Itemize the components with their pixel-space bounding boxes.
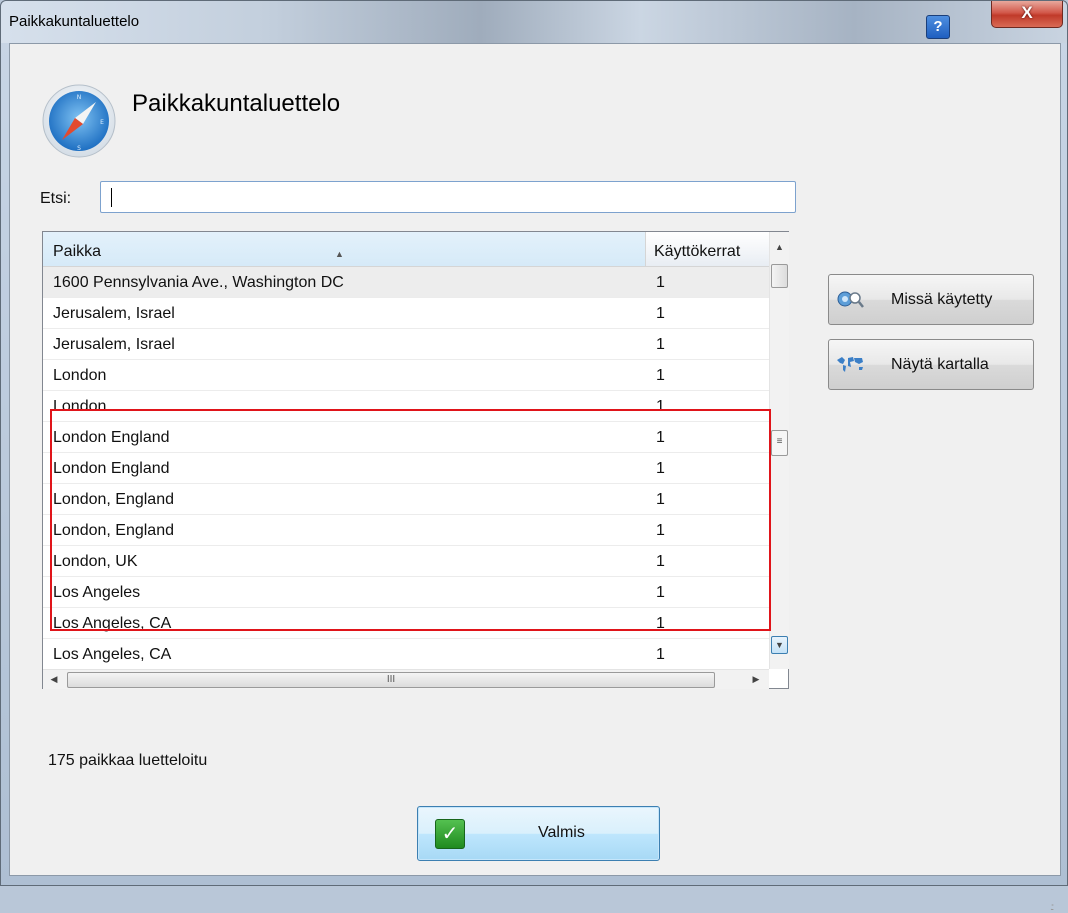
search-label: Etsi:	[40, 190, 72, 207]
magnifier-icon	[837, 291, 864, 308]
cell-count: 1	[656, 522, 665, 539]
world-map-icon	[837, 357, 863, 372]
list-row[interactable]: London, UK 1	[43, 546, 769, 577]
cell-place: Jerusalem, Israel	[53, 305, 175, 322]
cell-count: 1	[656, 367, 665, 384]
cell-place: London	[53, 367, 107, 384]
vertical-scrollbar[interactable]: ▲ ≡ ▼	[769, 232, 789, 669]
scroll-grip-icon[interactable]: ≡	[771, 430, 788, 456]
show-on-map-button[interactable]: Näytä kartalla	[828, 339, 1034, 390]
scroll-thumb[interactable]	[771, 264, 788, 288]
column-label-place: Paikka	[53, 243, 102, 260]
show-on-map-label: Näytä kartalla	[891, 356, 989, 373]
column-header-count[interactable]: Käyttökerrat	[646, 232, 769, 266]
done-button[interactable]: ✓ Valmis	[417, 806, 660, 861]
cell-place: Los Angeles, CA	[53, 615, 172, 632]
cell-place: 1600 Pennsylvania Ave., Washington DC	[53, 274, 344, 291]
cell-count: 1	[656, 646, 665, 663]
list-row[interactable]: London England 1	[43, 422, 769, 453]
cell-count: 1	[656, 429, 665, 446]
scroll-up-arrow-icon[interactable]: ▲	[771, 238, 788, 256]
title-bar[interactable]: Paikkakuntaluettelo ? X	[1, 1, 1067, 43]
cell-count: 1	[656, 398, 665, 415]
places-list[interactable]: ▲ Paikka Käyttökerrat 1600 Pennsylvania …	[42, 231, 789, 689]
cell-count: 1	[656, 615, 665, 632]
svg-text:N: N	[77, 94, 82, 101]
scroll-right-arrow-icon[interactable]: ▶	[747, 670, 765, 689]
text-caret	[111, 188, 112, 207]
search-input[interactable]	[100, 181, 796, 213]
list-row[interactable]: London, England 1	[43, 484, 769, 515]
list-row[interactable]: Jerusalem, Israel 1	[43, 298, 769, 329]
cell-count: 1	[656, 305, 665, 322]
list-row[interactable]: Los Angeles 1	[43, 577, 769, 608]
page-title: Paikkakuntaluettelo	[132, 90, 341, 117]
column-label-count: Käyttökerrat	[654, 243, 741, 260]
list-row[interactable]: London 1	[43, 391, 769, 422]
cell-place: London England	[53, 460, 170, 477]
horizontal-scroll-thumb[interactable]: III	[67, 672, 715, 688]
column-header-place[interactable]: ▲ Paikka	[43, 232, 646, 266]
close-button[interactable]: X	[991, 1, 1063, 28]
help-button[interactable]: ?	[926, 15, 950, 39]
svg-text:E: E	[100, 119, 104, 126]
list-row[interactable]: London England 1	[43, 453, 769, 484]
cell-count: 1	[656, 460, 665, 477]
cell-count: 1	[656, 553, 665, 570]
cell-place: London, England	[53, 522, 174, 539]
where-used-button[interactable]: Missä käytetty	[828, 274, 1034, 325]
cell-place: London, UK	[53, 553, 138, 570]
cell-count: 1	[656, 491, 665, 508]
cell-place: Los Angeles, CA	[53, 646, 172, 663]
checkmark-icon: ✓	[435, 819, 465, 849]
cell-place: London	[53, 398, 107, 415]
list-row[interactable]: 1600 Pennsylvania Ave., Washington DC 1	[43, 267, 769, 298]
list-rows: 1600 Pennsylvania Ave., Washington DC 1 …	[43, 267, 769, 667]
list-row[interactable]: Los Angeles, CA 1	[43, 608, 769, 639]
compass-icon: N E S	[42, 84, 116, 158]
cell-place: Los Angeles	[53, 584, 141, 601]
scroll-down-arrow-icon[interactable]: ▼	[771, 636, 788, 654]
cell-count: 1	[656, 584, 665, 601]
cell-count: 1	[656, 336, 665, 353]
horizontal-scrollbar[interactable]: ◀ III ▶	[43, 669, 769, 689]
dialog-window: Paikkakuntaluettelo ? X N E S Paikkakunt…	[0, 0, 1068, 913]
resize-grip-icon[interactable]: .::	[1050, 902, 1055, 913]
svg-text:S: S	[77, 145, 81, 152]
cell-place: Jerusalem, Israel	[53, 336, 175, 353]
window-title: Paikkakuntaluettelo	[9, 13, 140, 30]
cell-count: 1	[656, 274, 665, 291]
list-row[interactable]: Los Angeles, CA 1	[43, 639, 769, 667]
list-header: ▲ Paikka Käyttökerrat	[43, 232, 769, 267]
cell-place: London, England	[53, 491, 174, 508]
dialog-body: N E S Paikkakuntaluettelo Etsi: ▲ Paikka…	[9, 43, 1061, 913]
scroll-left-arrow-icon[interactable]: ◀	[45, 670, 63, 689]
done-label: Valmis	[538, 824, 585, 841]
list-row[interactable]: London 1	[43, 360, 769, 391]
cell-place: London England	[53, 429, 170, 446]
list-row[interactable]: Jerusalem, Israel 1	[43, 329, 769, 360]
where-used-label: Missä käytetty	[891, 291, 993, 308]
status-text: 175 paikkaa luetteloitu	[48, 752, 208, 769]
list-row[interactable]: London, England 1	[43, 515, 769, 546]
